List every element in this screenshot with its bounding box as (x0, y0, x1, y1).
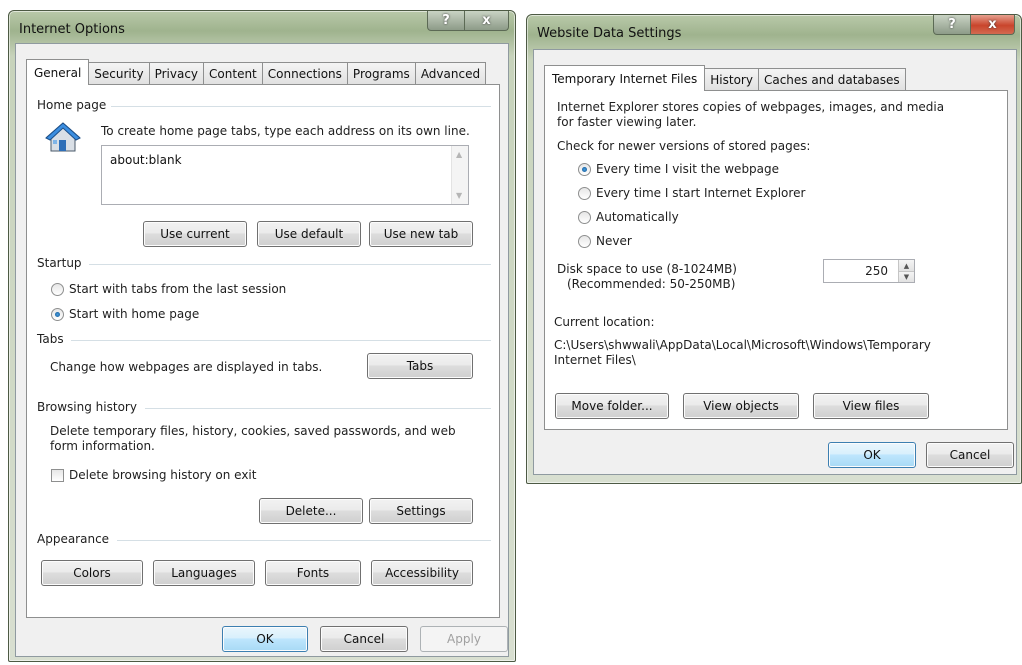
every-start-label[interactable]: Every time I start Internet Explorer (596, 186, 805, 200)
website-data-client: Temporary Internet Files History Caches … (533, 49, 1017, 475)
appearance-heading: Appearance (37, 532, 110, 546)
stepper-up-icon[interactable]: ▲ (899, 260, 914, 271)
radio-last-session[interactable] (51, 283, 64, 296)
disk-space-stepper[interactable]: 250 ▲ ▼ (823, 259, 915, 283)
home-page-value: about:blank (110, 153, 182, 167)
radio-every-visit[interactable] (578, 163, 591, 176)
temporary-files-panel: Internet Explorer stores copies of webpa… (544, 90, 1008, 430)
languages-button[interactable]: Languages (153, 560, 255, 586)
delete-on-exit-checkbox[interactable] (51, 469, 64, 482)
location-path-1: C:\Users\shwwali\AppData\Local\Microsoft… (554, 338, 931, 352)
disk-space-label-1: Disk space to use (8-1024MB) (557, 262, 737, 276)
radio-never[interactable] (578, 235, 591, 248)
fonts-button[interactable]: Fonts (265, 560, 361, 586)
use-new-tab-button[interactable]: Use new tab (369, 221, 473, 247)
tab-privacy[interactable]: Privacy (148, 62, 205, 84)
location-heading: Current location: (554, 315, 655, 329)
ok-button[interactable]: OK (828, 442, 916, 468)
help-icon[interactable]: ? (933, 15, 971, 35)
cancel-button[interactable]: Cancel (320, 626, 408, 652)
caption-buttons: ? x (933, 15, 1015, 35)
stepper-buttons: ▲ ▼ (898, 260, 914, 282)
home-page-heading: Home page (37, 98, 107, 112)
ok-button[interactable]: OK (222, 626, 308, 652)
browsing-history-description-1: Delete temporary files, history, cookies… (50, 424, 456, 438)
startup-divider (89, 264, 491, 265)
home-page-instruction: To create home page tabs, type each addr… (101, 124, 470, 138)
tab-security[interactable]: Security (88, 62, 150, 84)
tab-connections[interactable]: Connections (261, 62, 348, 84)
internet-options-window: Internet Options ? x General Security Pr… (8, 10, 516, 662)
tabs-heading: Tabs (37, 332, 64, 346)
delete-button[interactable]: Delete... (259, 498, 363, 524)
home-page-textarea[interactable]: about:blank ▲ ▼ (101, 145, 469, 205)
radio-every-start[interactable] (578, 187, 591, 200)
tab-programs[interactable]: Programs (346, 62, 416, 84)
internet-options-client: General Security Privacy Content Connect… (15, 43, 509, 657)
website-data-titlebar[interactable]: Website Data Settings ? x (527, 15, 1021, 45)
appearance-divider (117, 540, 491, 541)
home-page-option-label[interactable]: Start with home page (69, 307, 199, 321)
browsing-history-divider (145, 408, 491, 409)
tab-history[interactable]: History (704, 68, 759, 90)
tabs-description: Change how webpages are displayed in tab… (50, 360, 323, 374)
browsing-history-heading: Browsing history (37, 400, 137, 414)
startup-heading: Startup (37, 256, 82, 270)
use-current-button[interactable]: Use current (143, 221, 247, 247)
textarea-scrollbar[interactable]: ▲ ▼ (451, 146, 468, 204)
tab-content[interactable]: Content (203, 62, 263, 84)
radio-home-page[interactable] (51, 308, 64, 321)
home-page-divider (111, 106, 491, 107)
colors-button[interactable]: Colors (41, 560, 143, 586)
view-objects-button[interactable]: View objects (683, 393, 799, 419)
move-folder-button[interactable]: Move folder... (555, 393, 669, 419)
general-panel: Home page To create home page tabs, type… (26, 84, 500, 618)
website-data-tabs: Temporary Internet Files History Caches … (544, 65, 906, 91)
apply-button[interactable]: Apply (420, 626, 508, 652)
disk-space-value[interactable]: 250 (865, 264, 888, 278)
check-heading: Check for newer versions of stored pages… (557, 139, 811, 153)
internet-options-titlebar[interactable]: Internet Options ? x (9, 11, 515, 41)
close-icon[interactable]: x (465, 11, 509, 31)
website-data-settings-window: Website Data Settings ? x Temporary Inte… (526, 14, 1022, 484)
view-files-button[interactable]: View files (813, 393, 929, 419)
tab-general[interactable]: General (26, 59, 90, 85)
house-icon (45, 122, 81, 152)
every-visit-label[interactable]: Every time I visit the webpage (596, 162, 779, 176)
window-title: Website Data Settings (537, 26, 682, 41)
help-icon[interactable]: ? (427, 11, 465, 31)
caption-buttons: ? x (427, 11, 509, 31)
tabs-settings-button[interactable]: Tabs (367, 353, 473, 379)
intro-line-2: for faster viewing later. (557, 115, 697, 129)
delete-on-exit-label[interactable]: Delete browsing history on exit (69, 468, 256, 482)
tab-advanced[interactable]: Advanced (414, 62, 487, 84)
scroll-up-arrow-icon[interactable]: ▲ (456, 150, 462, 159)
stepper-down-icon[interactable]: ▼ (899, 271, 914, 282)
use-default-button[interactable]: Use default (257, 221, 361, 247)
browsing-history-description-2: form information. (50, 439, 155, 453)
last-session-label[interactable]: Start with tabs from the last session (69, 282, 286, 296)
intro-line-1: Internet Explorer stores copies of webpa… (557, 100, 945, 114)
settings-button[interactable]: Settings (369, 498, 473, 524)
close-icon[interactable]: x (971, 15, 1015, 35)
scroll-down-arrow-icon[interactable]: ▼ (456, 191, 462, 200)
options-tabs: General Security Privacy Content Connect… (26, 59, 487, 85)
tab-caches-and-databases[interactable]: Caches and databases (757, 68, 906, 90)
automatically-label[interactable]: Automatically (596, 210, 679, 224)
disk-space-label-2: (Recommended: 50-250MB) (567, 277, 736, 291)
accessibility-button[interactable]: Accessibility (371, 560, 473, 586)
tabs-divider (71, 340, 491, 341)
radio-automatically[interactable] (578, 211, 591, 224)
location-path-2: Internet Files\ (554, 353, 636, 367)
never-label[interactable]: Never (596, 234, 632, 248)
cancel-button[interactable]: Cancel (926, 442, 1014, 468)
window-title: Internet Options (19, 22, 125, 37)
tab-temporary-internet-files[interactable]: Temporary Internet Files (544, 65, 706, 91)
